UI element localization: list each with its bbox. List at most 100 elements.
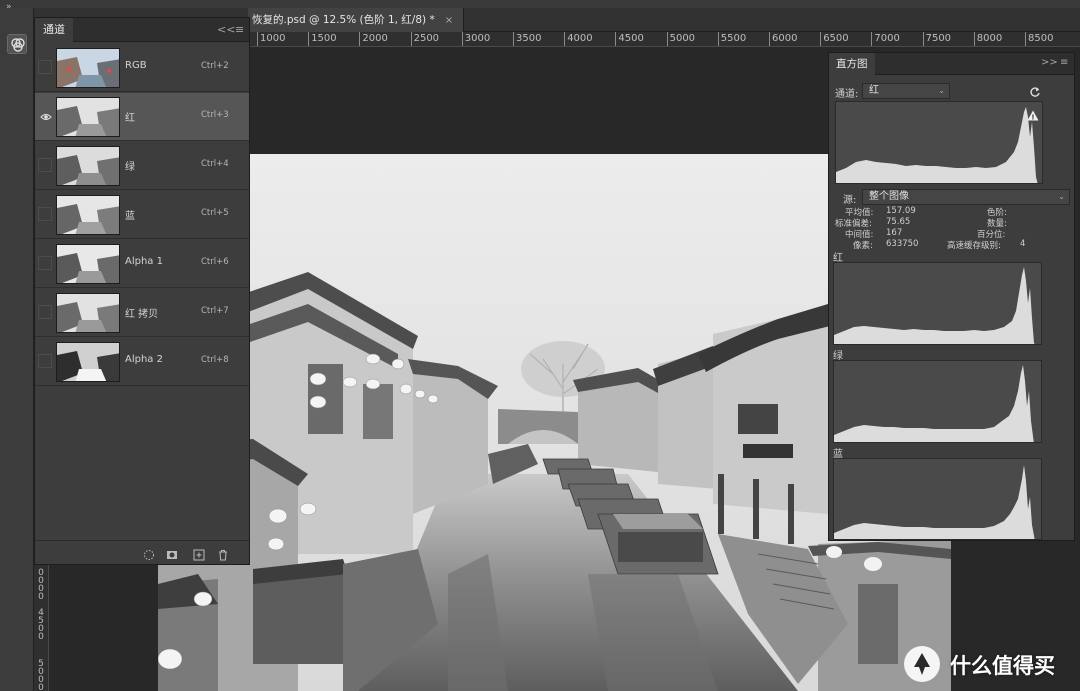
channel-thumbnail (56, 48, 120, 88)
histogram-main: ! (835, 101, 1043, 184)
ruler-tick-label: 5000 (666, 32, 695, 46)
chevron-down-icon: ⌄ (938, 86, 945, 95)
ruler-tick-label: 8000 (973, 32, 1002, 46)
ruler-tick-label: 0 (38, 632, 44, 642)
delete-channel-icon[interactable] (217, 546, 229, 561)
cache-level-label: 高速缓存级别: (947, 241, 1001, 251)
ruler-tick-label: 5500 (717, 32, 746, 46)
channel-name: 蓝 (125, 211, 135, 222)
channel-thumbnail (56, 342, 120, 382)
channel-row-blue[interactable]: 蓝 Ctrl+5 (35, 191, 249, 239)
source-select[interactable]: 整个图像 ⌄ (862, 189, 1070, 205)
channel-name: 红 (125, 113, 135, 124)
warning-icon[interactable]: ! (1027, 106, 1039, 125)
channel-select[interactable]: 红 ⌄ (862, 83, 950, 99)
load-selection-icon[interactable] (143, 546, 155, 560)
channel-row-red-copy[interactable]: 红 拷贝 Ctrl+7 (35, 289, 249, 337)
channel-thumbnail (56, 244, 120, 284)
channel-row-alpha-1[interactable]: Alpha 1 Ctrl+6 (35, 240, 249, 288)
warning-glyph: ! (1031, 114, 1034, 122)
visibility-toggle[interactable] (38, 354, 52, 368)
expand-panel-icon[interactable]: >> (1041, 57, 1058, 68)
visibility-toggle[interactable] (38, 256, 52, 270)
tab-channels[interactable]: 通道 (35, 18, 73, 42)
channel-row-alpha-2[interactable]: Alpha 2 Ctrl+8 (35, 338, 249, 386)
stddev-value: 75.65 (886, 217, 911, 227)
panel-menu-icon[interactable]: ≡ (1060, 57, 1068, 68)
collapse-panel-icon[interactable]: << (217, 23, 235, 36)
save-selection-icon[interactable] (166, 546, 178, 559)
histogram-blue (833, 458, 1042, 540)
vertical-ruler[interactable]: 000045005000 (34, 565, 49, 691)
tab-histogram[interactable]: 直方图 (829, 53, 875, 75)
channel-row-rgb[interactable]: RGB Ctrl+2 (35, 44, 249, 92)
expand-toolbar-icon[interactable]: » (6, 2, 12, 12)
ruler-tick-label: 1500 (308, 32, 337, 46)
channel-shortcut: Ctrl+3 (201, 110, 229, 120)
channel-name: Alpha 2 (125, 354, 163, 365)
channel-shortcut: Ctrl+7 (201, 306, 229, 316)
channel-select-value: 红 (869, 85, 879, 96)
channel-shortcut: Ctrl+6 (201, 257, 229, 267)
top-strip (0, 0, 1080, 8)
histogram-red (833, 262, 1042, 345)
eye-icon[interactable] (38, 109, 52, 123)
document-title: 恢复的.psd @ 12.5% (色阶 1, 红/8) * (252, 14, 435, 26)
channel-shortcut: Ctrl+2 (201, 61, 229, 71)
ruler-tick-label: 7000 (871, 32, 900, 46)
new-channel-icon[interactable] (193, 546, 205, 561)
ruler-tick-label: 7500 (922, 32, 951, 46)
channels-panel: 通道 << ≡ RGB Ctrl+2 红 Ctrl+3 绿 Ctrl+4 蓝 C… (34, 17, 250, 565)
ruler-tick-label: 0 (38, 592, 44, 602)
histogram-green (833, 360, 1042, 443)
chevron-down-icon: ⌄ (1058, 192, 1065, 201)
channel-shortcut: Ctrl+5 (201, 208, 229, 218)
watermark-logo-icon (904, 646, 940, 682)
channel-thumbnail (56, 293, 120, 333)
pixels-value: 633750 (886, 239, 919, 249)
source-label: 源: (843, 195, 857, 206)
channel-thumbnail (56, 97, 120, 137)
ruler-tick-label: 2500 (410, 32, 439, 46)
visibility-toggle[interactable] (38, 60, 52, 74)
document-tab[interactable]: 恢复的.psd @ 12.5% (色阶 1, 红/8) * × (248, 8, 465, 32)
channel-name: Alpha 1 (125, 256, 163, 267)
visibility-toggle[interactable] (38, 158, 52, 172)
ruler-tick-label: 1000 (257, 32, 285, 46)
channel-name: RGB (125, 60, 147, 71)
panel-menu-icon[interactable]: ≡ (235, 23, 244, 36)
channels-panel-header: 通道 << ≡ (35, 18, 249, 42)
channel-name: 绿 (125, 162, 135, 173)
channels-panel-footer (35, 540, 249, 564)
cache-level-value: 4 (1020, 239, 1026, 249)
ruler-tick-label: 6500 (820, 32, 849, 46)
channel-row-red[interactable]: 红 Ctrl+3 (35, 93, 249, 141)
channel-name: 红 拷贝 (125, 309, 159, 320)
source-select-value: 整个图像 (869, 191, 909, 202)
histogram-panel-header: 直方图 >> ≡ (829, 53, 1074, 75)
ruler-tick-label: 0 (38, 683, 44, 691)
channel-shortcut: Ctrl+4 (201, 159, 229, 169)
ruler-tick-label: 6000 (769, 32, 797, 46)
tool-panel: » (0, 2, 34, 691)
median-value: 167 (886, 228, 903, 238)
refresh-icon[interactable] (1029, 83, 1041, 102)
horizontal-ruler[interactable]: 1000 1500 2000 2500 3000 3500 4000 4500 5000 5500… (250, 32, 1080, 47)
histogram-panel: 直方图 >> ≡ 通道: 红 ⌄ ! 源: 整个图像 ⌄ 平均值: 157.09… (828, 52, 1075, 541)
mean-value: 157.09 (886, 206, 916, 216)
visibility-toggle[interactable] (38, 207, 52, 221)
ruler-tick-label: 4500 (615, 32, 644, 46)
visibility-toggle[interactable] (38, 305, 52, 319)
close-tab-icon[interactable]: × (445, 15, 453, 26)
ruler-tick-label: 4000 (564, 32, 593, 46)
channel-shortcut: Ctrl+8 (201, 355, 229, 365)
channel-thumbnail (56, 146, 120, 186)
pixels-label: 像素: (853, 241, 873, 251)
channel-thumbnail (56, 195, 120, 235)
color-wheel-icon[interactable] (7, 34, 27, 54)
channel-row-green[interactable]: 绿 Ctrl+4 (35, 142, 249, 190)
photoshop-window: » 恢复的.psd @ 12.5% (色阶 1, 红/8) * × 1000 150… (0, 0, 1080, 691)
ruler-tick-label: 8500 (1025, 32, 1053, 46)
ruler-tick-label: 2000 (359, 32, 388, 46)
channel-label: 通道: (835, 89, 859, 100)
